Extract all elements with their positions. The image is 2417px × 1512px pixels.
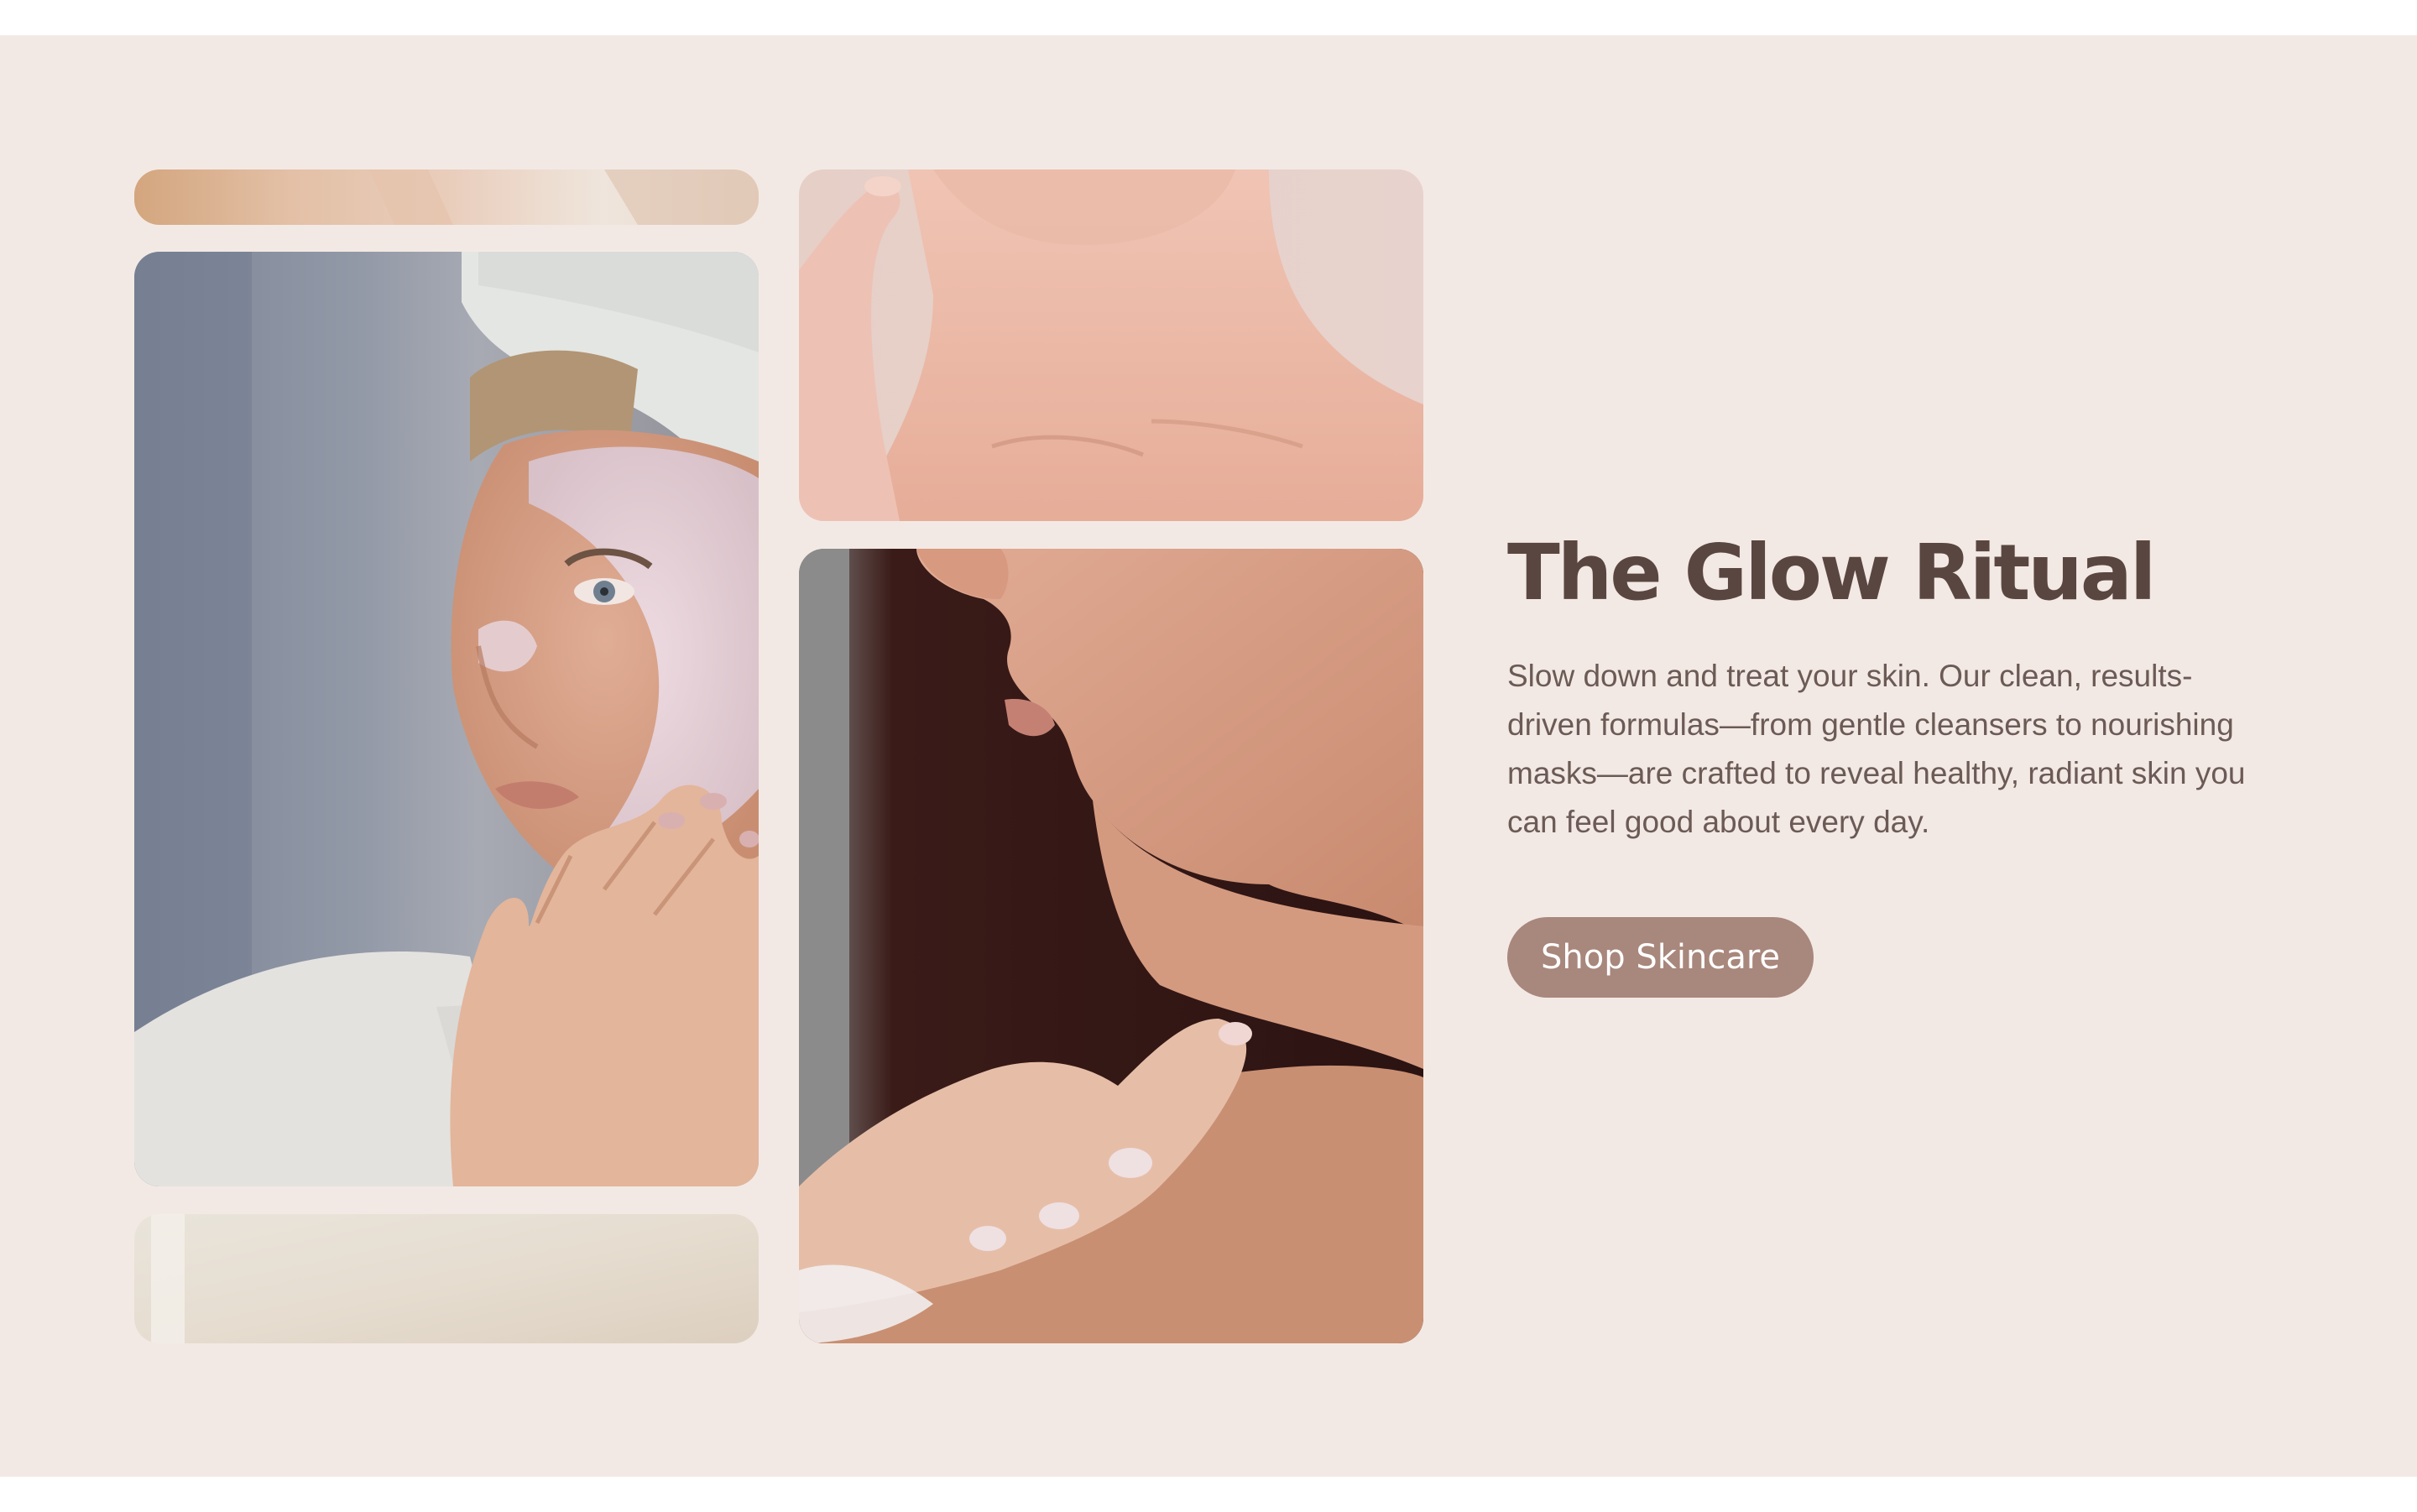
face-mask-photo [134,252,759,1186]
skincare-photo-bottom-strip [134,1214,759,1343]
profile-skincare-photo [799,549,1423,1343]
hero-section: The Glow Ritual Slow down and treat your… [0,35,2417,1477]
hero-description: Slow down and treat your skin. Our clean… [1507,659,2246,840]
hero-copy: The Glow Ritual Slow down and treat your… [1507,530,2279,998]
neck-skincare-photo [799,169,1423,521]
hero-title: The Glow Ritual [1507,528,2156,618]
skincare-photo-top-strip [134,169,759,225]
shop-skincare-button[interactable]: Shop Skincare [1507,917,1814,998]
